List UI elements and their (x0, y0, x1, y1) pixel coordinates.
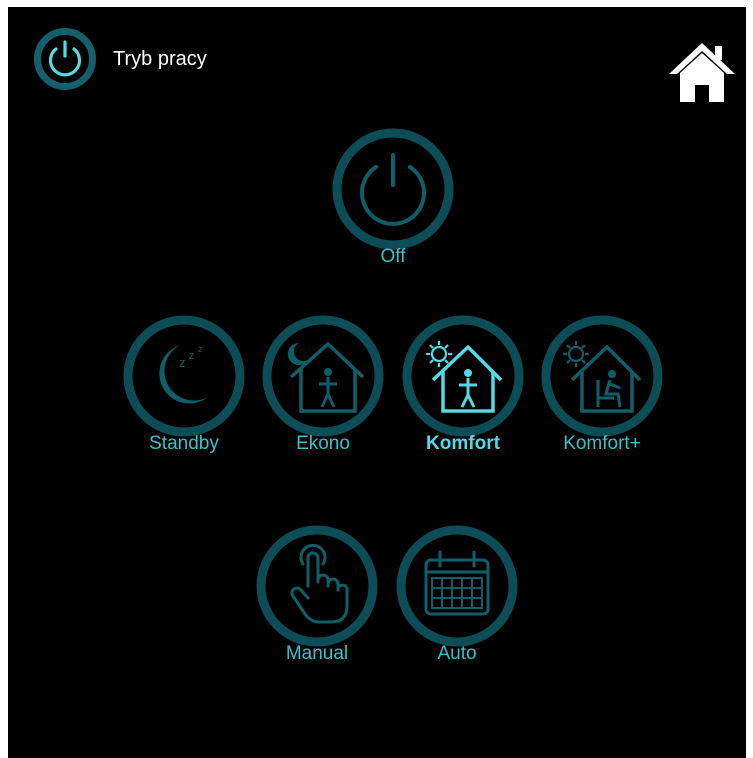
svg-text:z: z (179, 355, 186, 370)
house-moon-person-icon (262, 315, 384, 437)
mode-komfort-plus-label: Komfort+ (563, 433, 641, 454)
svg-text:z: z (189, 350, 195, 362)
house-sun-person-icon (402, 315, 524, 437)
power-icon (33, 27, 97, 91)
mode-off-label: Off (380, 246, 406, 267)
mode-komfort-plus-button[interactable]: Komfort+ (540, 314, 664, 454)
mode-standby-button[interactable]: z z z Standby (122, 314, 246, 454)
moon-sleep-icon: z z z (123, 315, 245, 437)
power-icon (332, 128, 454, 250)
mode-auto-label: Auto (437, 643, 477, 664)
calendar-icon (396, 525, 518, 647)
page-title: Tryb pracy (113, 48, 207, 70)
mode-off-button[interactable]: Off (331, 127, 455, 267)
svg-text:z: z (198, 344, 203, 354)
mode-komfort-button[interactable]: Komfort (401, 314, 525, 454)
mode-ekono-button[interactable]: Ekono (261, 314, 385, 454)
hand-touch-icon (256, 525, 378, 647)
home-icon (669, 43, 735, 102)
mode-auto-button[interactable]: Auto (395, 524, 519, 664)
home-button[interactable] (668, 36, 736, 104)
mode-manual-button[interactable]: Manual (255, 524, 379, 664)
house-sun-seated-icon (541, 315, 663, 437)
